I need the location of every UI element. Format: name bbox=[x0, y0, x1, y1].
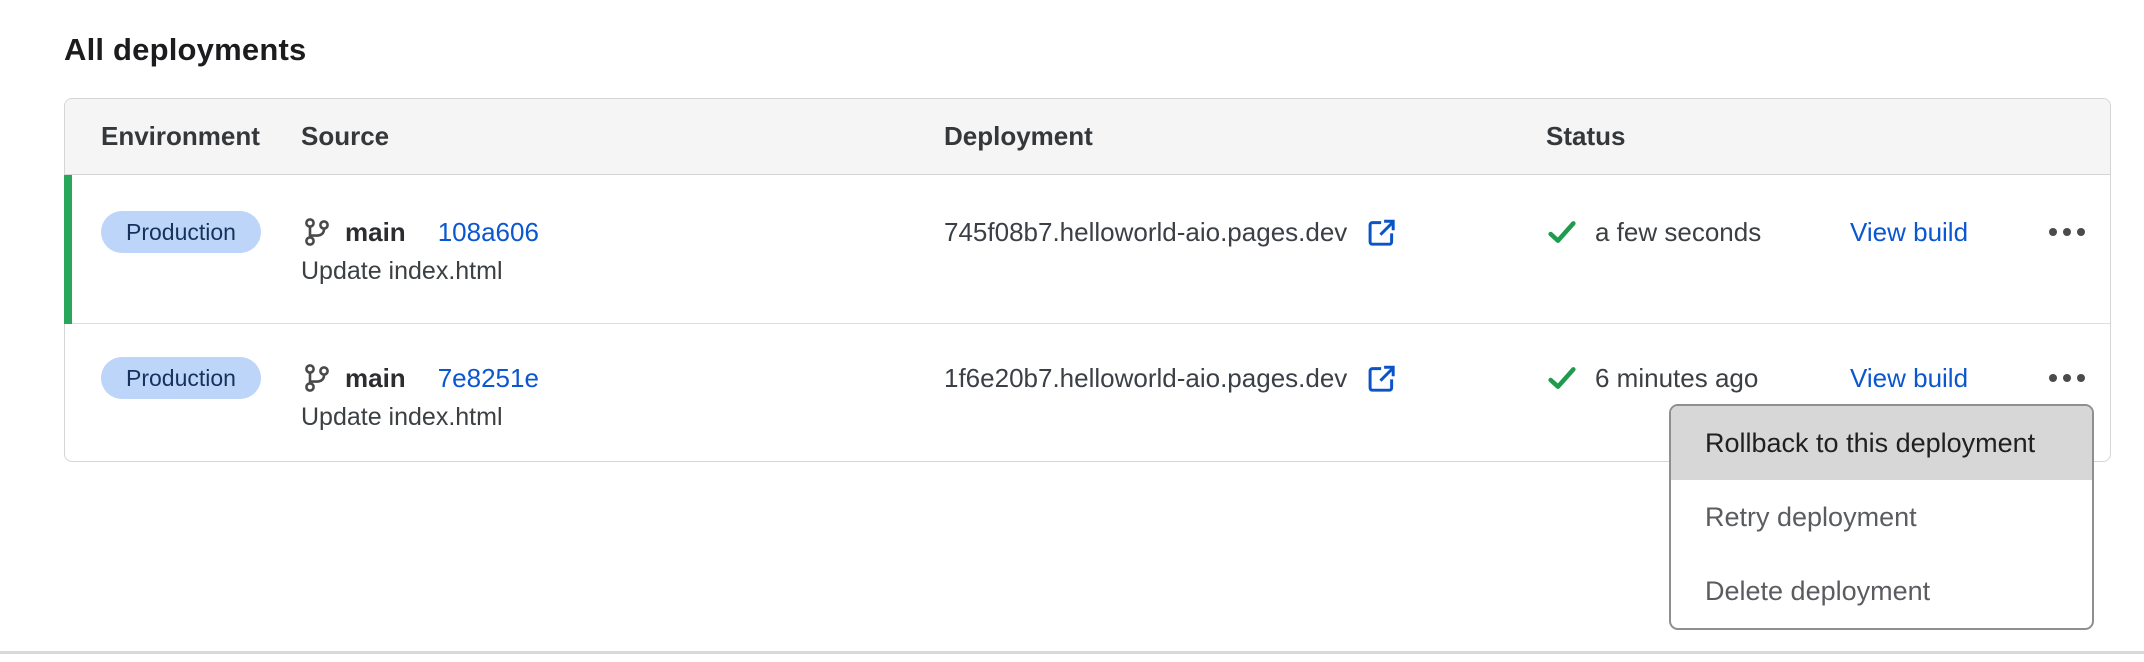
view-build-link[interactable]: View build bbox=[1850, 363, 1968, 394]
source-cell: main 108a606 Update index.html bbox=[301, 211, 944, 323]
table-row: Production main 108a606 Update index.htm… bbox=[65, 175, 2110, 324]
commit-message: Update index.html bbox=[301, 402, 503, 432]
deployment-actions-menu: Rollback to this deployment Retry deploy… bbox=[1669, 404, 2094, 630]
menu-item-retry[interactable]: Retry deployment bbox=[1671, 480, 2092, 554]
environment-badge: Production bbox=[101, 357, 261, 399]
environment-cell: Production bbox=[101, 211, 301, 323]
environment-cell: Production bbox=[101, 357, 301, 461]
column-header-deployment: Deployment bbox=[944, 121, 1546, 152]
table-header-row: Environment Source Deployment Status bbox=[65, 99, 2110, 175]
branch-name: main bbox=[345, 363, 406, 394]
status-time: a few seconds bbox=[1595, 217, 1761, 248]
check-icon bbox=[1546, 216, 1578, 248]
deployment-url: 745f08b7.helloworld-aio.pages.dev bbox=[944, 217, 1347, 248]
commit-message: Update index.html bbox=[301, 256, 503, 286]
deployment-url: 1f6e20b7.helloworld-aio.pages.dev bbox=[944, 363, 1347, 394]
git-branch-icon bbox=[301, 362, 333, 394]
deployment-cell: 745f08b7.helloworld-aio.pages.dev bbox=[944, 211, 1546, 323]
page-divider bbox=[0, 651, 2144, 654]
more-actions-button[interactable] bbox=[2048, 357, 2086, 399]
actions-cell bbox=[2048, 211, 2110, 323]
external-link-icon[interactable] bbox=[1364, 215, 1398, 249]
environment-badge: Production bbox=[101, 211, 261, 253]
external-link-icon[interactable] bbox=[1364, 361, 1398, 395]
column-header-environment: Environment bbox=[101, 121, 301, 152]
branch-name: main bbox=[345, 217, 406, 248]
deployment-cell: 1f6e20b7.helloworld-aio.pages.dev bbox=[944, 357, 1546, 461]
column-header-status: Status bbox=[1546, 121, 1850, 152]
current-deployment-indicator bbox=[64, 175, 72, 324]
page-title: All deployments bbox=[64, 32, 306, 68]
menu-item-delete[interactable]: Delete deployment bbox=[1671, 554, 2092, 628]
commit-link[interactable]: 7e8251e bbox=[438, 363, 539, 394]
status-cell: a few seconds bbox=[1546, 211, 1850, 323]
status-time: 6 minutes ago bbox=[1595, 363, 1758, 394]
view-build-cell: View build bbox=[1850, 211, 2048, 323]
commit-link[interactable]: 108a606 bbox=[438, 217, 539, 248]
more-actions-button[interactable] bbox=[2048, 211, 2086, 253]
git-branch-icon bbox=[301, 216, 333, 248]
menu-item-rollback[interactable]: Rollback to this deployment bbox=[1671, 406, 2092, 480]
ellipsis-icon bbox=[2049, 228, 2057, 236]
column-header-source: Source bbox=[301, 121, 944, 152]
ellipsis-icon bbox=[2049, 374, 2057, 382]
source-cell: main 7e8251e Update index.html bbox=[301, 357, 944, 461]
view-build-link[interactable]: View build bbox=[1850, 217, 1968, 248]
check-icon bbox=[1546, 362, 1578, 394]
